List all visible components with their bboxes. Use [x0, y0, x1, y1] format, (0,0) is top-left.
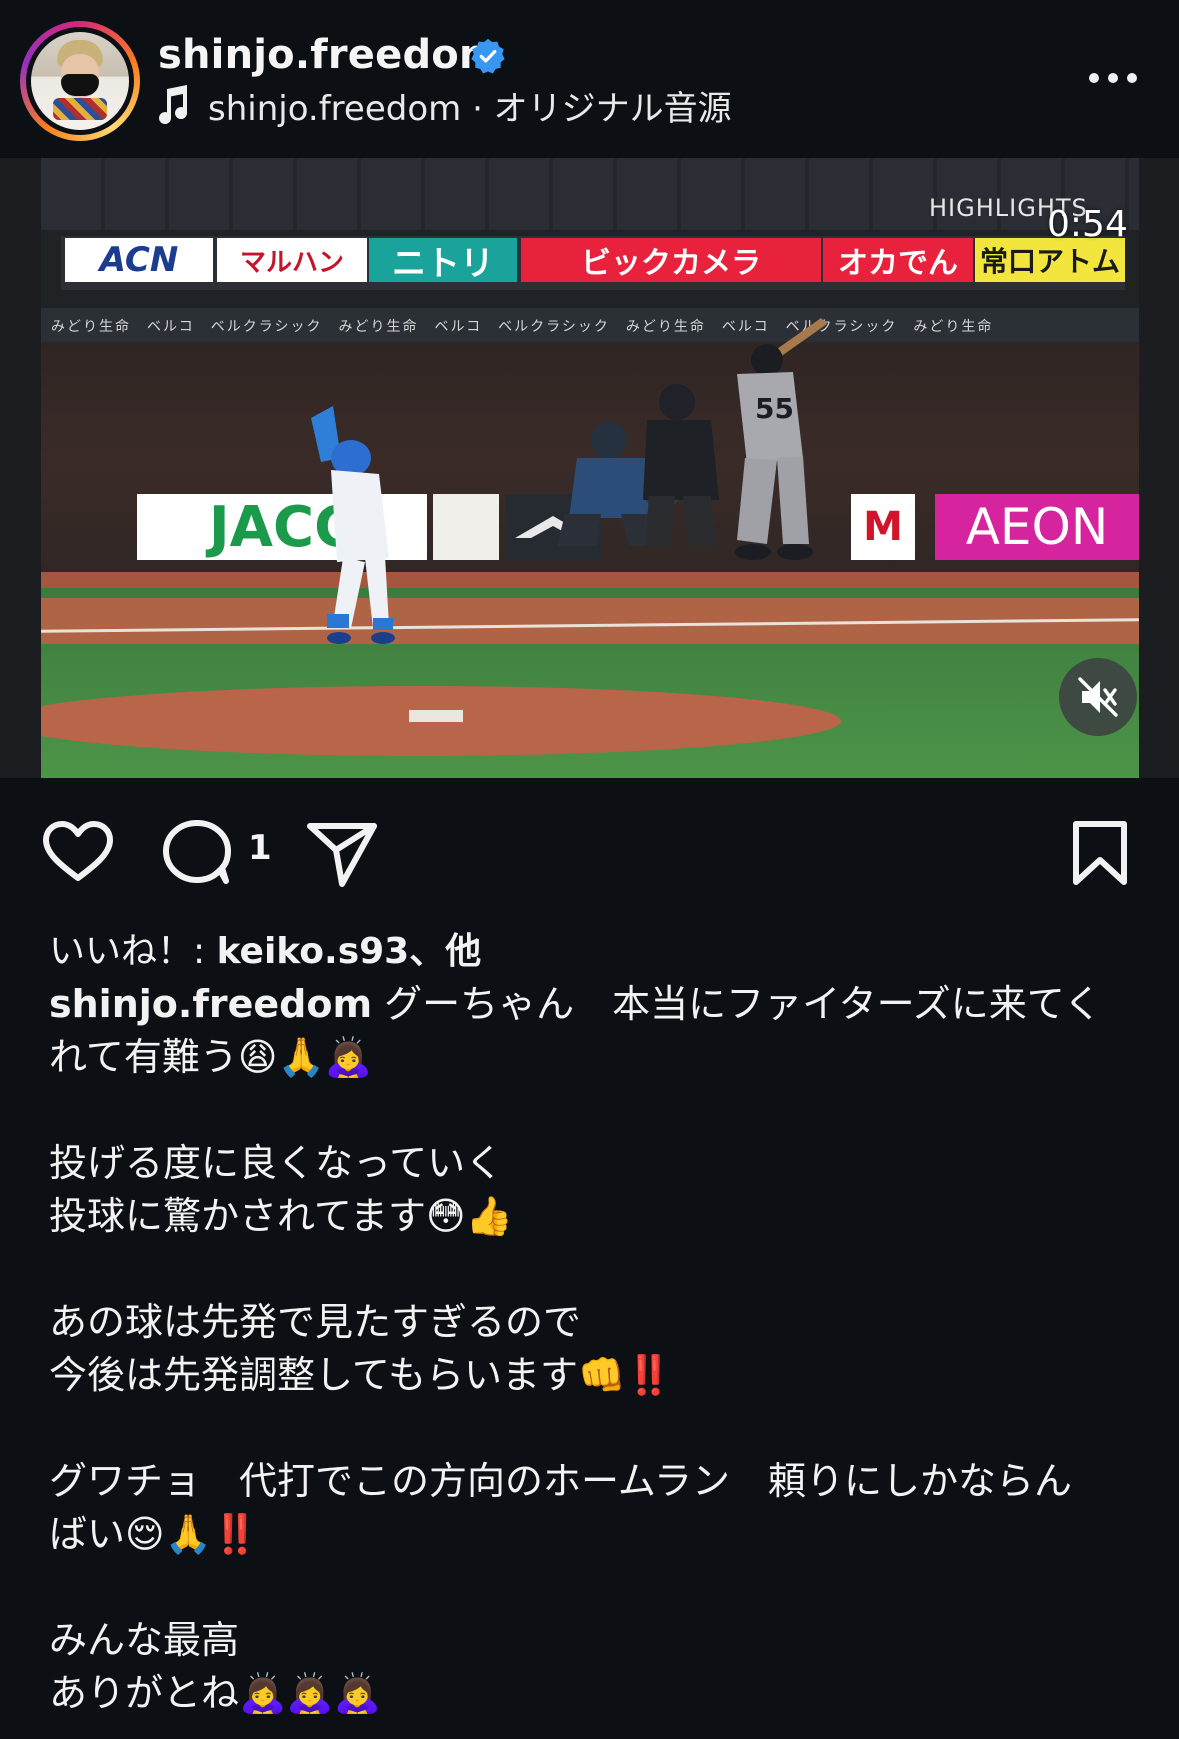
audio-label: shinjo.freedom · オリジナル音源: [208, 88, 732, 129]
bookmark-icon[interactable]: [1072, 820, 1128, 886]
ad-okaden: オカでん: [823, 238, 973, 282]
caption-line-2: れて有難う😩🙏🙇‍♀️: [49, 1035, 373, 1079]
post-header: shinjo.freedom shinjo.freedom · オリジナル音源: [0, 0, 1179, 158]
caption-line-5: あの球は先発で見たすぎるので: [49, 1300, 582, 1344]
comment-icon[interactable]: [162, 820, 232, 886]
ad-aeon: AEON: [935, 494, 1139, 560]
comment-count[interactable]: 1: [248, 828, 272, 868]
verified-badge-icon: [471, 38, 505, 74]
share-icon[interactable]: [306, 820, 378, 888]
mute-button[interactable]: [1059, 658, 1137, 736]
ad-biccamera: ビックカメラ: [521, 238, 821, 282]
audio-link[interactable]: shinjo.freedom · オリジナル音源: [156, 82, 732, 129]
pitching-rubber: [409, 710, 463, 722]
pitcher-figure: [311, 406, 395, 644]
video-timer: 0:54: [1047, 204, 1128, 245]
caption-author[interactable]: shinjo.freedom: [49, 982, 372, 1026]
ad-nitori: ニトリ: [369, 238, 517, 282]
likes-line[interactable]: いいね！: keiko.s93、他: [49, 922, 481, 974]
username[interactable]: shinjo.freedom: [158, 30, 501, 80]
ad-small-poster: [433, 494, 499, 560]
video-frame[interactable]: ACN マルハン ニトリ ビックカメラ オカでん 常口アトム みどり生命 ベルコ…: [41, 158, 1139, 778]
ad-maruhan: マルハン: [217, 238, 367, 282]
caption-line-7: グワチョ 代打でこの方向のホームラン 頼りにしかならん: [49, 1459, 1072, 1503]
caption-line-1: shinjo.freedom グーちゃん 本当にファイターズに来てく: [49, 978, 1139, 1031]
music-note-icon: [159, 85, 188, 125]
caption-line-4: 投球に驚かされてます😳👍: [49, 1194, 513, 1238]
story-ring[interactable]: [20, 21, 140, 141]
likes-user[interactable]: keiko.s93、他: [217, 931, 482, 972]
caption-line-3: 投げる度に良くなっていく: [49, 1141, 504, 1185]
caption-line-8: ばい😌🙏‼️: [49, 1512, 260, 1556]
ad-acn: ACN: [65, 238, 213, 282]
speaker-muted-icon: [1078, 677, 1118, 717]
batter-number: 55: [755, 392, 794, 425]
caption-line-6: 今後は先発調整してもらいます👊‼️: [49, 1353, 673, 1397]
caption: shinjo.freedom グーちゃん 本当にファイターズに来てく れて有難う…: [49, 978, 1139, 1720]
likes-prefix: いいね！:: [49, 931, 217, 972]
heart-icon[interactable]: [42, 820, 114, 884]
caption-text-1: グーちゃん 本当にファイターズに来てく: [372, 982, 1102, 1026]
caption-line-9: みんな最高: [49, 1618, 240, 1662]
batter-figure: 55: [735, 318, 827, 560]
avatar[interactable]: [31, 32, 129, 130]
reel-video[interactable]: ACN マルハン ニトリ ビックカメラ オカでん 常口アトム みどり生命 ベルコ…: [0, 158, 1179, 778]
action-bar: [0, 800, 1179, 900]
caption-line-10: ありがとね🙇‍♀️🙇‍♀️🙇‍♀️: [49, 1671, 381, 1715]
more-options-icon[interactable]: [1086, 62, 1140, 94]
